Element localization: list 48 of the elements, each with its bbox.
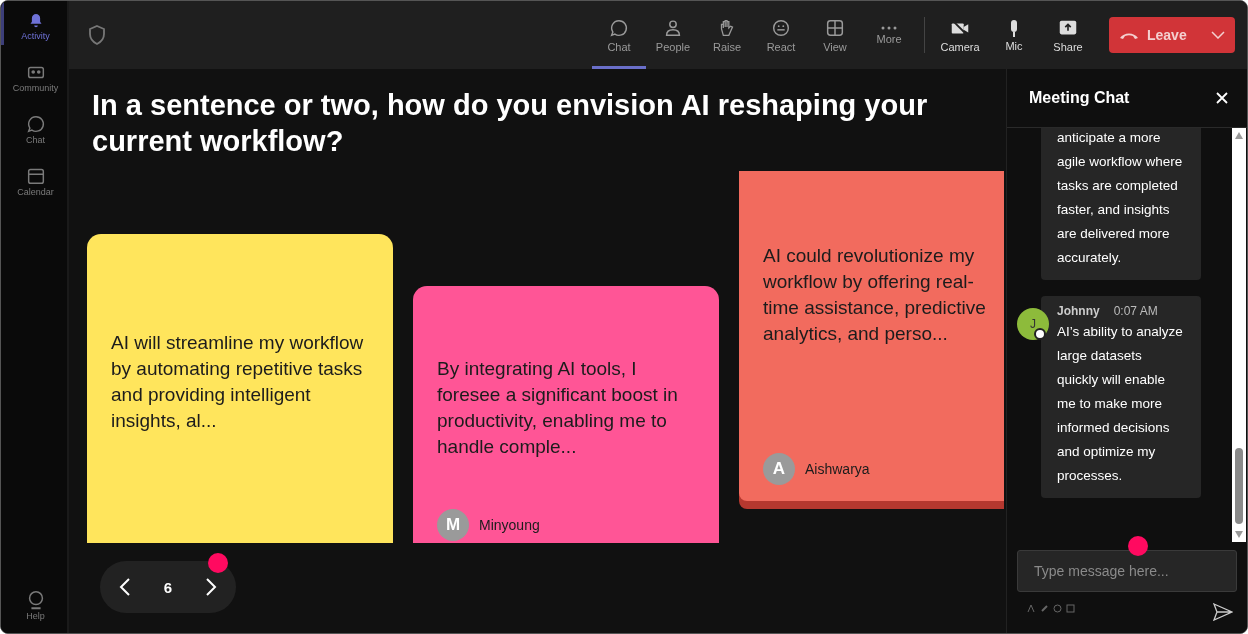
close-icon [1215, 91, 1229, 105]
author-name: Minyoung [479, 516, 540, 535]
shield-icon [87, 24, 107, 46]
gif-icon [1066, 604, 1075, 613]
smiley-icon [770, 17, 792, 39]
smiley-icon [1053, 604, 1062, 613]
close-button[interactable] [1215, 91, 1229, 105]
message-text: anticipate a more agile workflow where tasks are completed faster, and insights are delivered more accurately. [1057, 129, 1184, 267]
sidebar-item[interactable]: Chat [1, 105, 67, 149]
scrollbar[interactable] [1232, 128, 1246, 542]
paperclip-icon [1040, 604, 1049, 613]
send-icon[interactable] [1213, 603, 1233, 621]
touch-marker [208, 553, 228, 573]
help-button[interactable]: Help [1, 581, 67, 625]
message-time: 0:07 AM [1113, 303, 1158, 320]
leave-button[interactable]: Leave [1109, 17, 1235, 53]
toolbar-button[interactable]: React [754, 1, 808, 69]
chevron-right-icon [205, 577, 218, 597]
sidebar-item[interactable]: Calendar [1, 157, 67, 201]
chat-title: Meeting Chat [1029, 89, 1130, 107]
toolbar-button[interactable]: More [862, 1, 916, 69]
toolbar-button[interactable]: Mic [987, 1, 1041, 69]
avatar: M [437, 509, 469, 541]
formatting-icon [1027, 604, 1036, 613]
microphone-icon [1010, 18, 1018, 38]
author-name: Aishwarya [805, 460, 870, 479]
grid-icon [824, 17, 846, 39]
message-text: AI’s ability to analyze large datasets quickly will enable me to make more informed decisions and optimize my processes. [1057, 323, 1184, 485]
toolbar-button[interactable]: Raise [700, 1, 754, 69]
question-title: In a sentence or two, how do you envision AI reshaping your current workflow? [91, 88, 929, 159]
toolbar-button[interactable]: Camera [933, 1, 987, 69]
page-number: 6 [163, 578, 173, 596]
avatar: A [763, 453, 795, 485]
sidebar-item[interactable]: Community [1, 53, 67, 97]
message-input[interactable]: Type message here... [1017, 550, 1237, 592]
note-text: AI will streamline my workflow by automating repetitive tasks and providing intelligent insights, al... [111, 331, 365, 433]
chat-bubble-icon [24, 113, 47, 135]
toolbar-button[interactable]: View [808, 1, 862, 69]
note-text: AI could revolutionize my workflow by offering real-time assistance, predictive analytics, and perso... [763, 244, 987, 346]
sender-name: Johnny [1057, 303, 1100, 320]
toolbar-button[interactable]: People [646, 1, 700, 69]
more-icon [880, 25, 898, 31]
chat-bubble-icon [608, 17, 630, 39]
chevron-down-icon [1211, 31, 1225, 39]
toolbar-button[interactable]: Share [1041, 1, 1095, 69]
note-text: By integrating AI tools, I foresee a significant boost in productivity, enabling me to handle comple... [437, 357, 679, 459]
chevron-left-icon [118, 577, 131, 597]
avatar: J [1017, 308, 1049, 340]
